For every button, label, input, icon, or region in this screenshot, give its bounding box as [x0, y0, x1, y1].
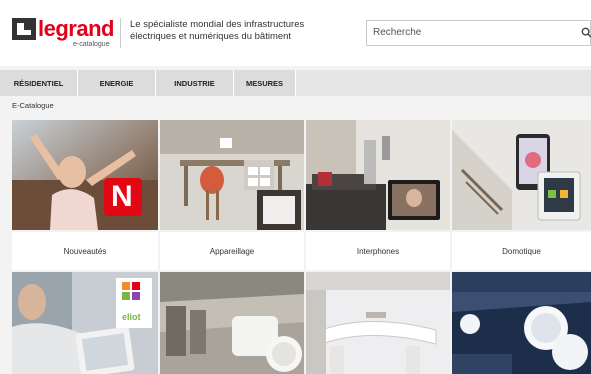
nav-item-industrie[interactable]: INDUSTRIE	[156, 70, 234, 96]
legrand-mark-icon	[12, 18, 36, 40]
site-header: legrand e-catalogue Le spécialiste mondi…	[0, 0, 591, 66]
search-input[interactable]: Recherche	[366, 20, 591, 46]
tile-appareillage-caption[interactable]: Appareillage	[160, 232, 304, 270]
tile-lighting-image[interactable]	[452, 272, 591, 374]
tile-interphones-caption[interactable]: Interphones	[306, 232, 450, 270]
appareillage-photo	[160, 120, 304, 230]
header-divider	[120, 18, 121, 48]
industry-photo	[160, 272, 304, 374]
tile-commercial-image[interactable]	[306, 272, 450, 374]
eliot-photo	[12, 272, 158, 374]
tile-domotique-image[interactable]	[452, 120, 591, 230]
search-icon[interactable]	[581, 27, 591, 38]
tile-interphones-image[interactable]	[306, 120, 450, 230]
nouveautes-photo	[12, 120, 158, 230]
commercial-photo	[306, 272, 450, 374]
tile-domotique-caption[interactable]: Domotique	[452, 232, 591, 270]
tile-nouveautes-image[interactable]: N	[12, 120, 158, 230]
tile-nouveautes-caption[interactable]: Nouveautés	[12, 232, 158, 270]
eliot-logo: eliot	[122, 312, 141, 322]
logo-text: legrand	[38, 16, 114, 41]
search-placeholder: Recherche	[373, 27, 422, 38]
interphones-photo	[306, 120, 450, 230]
tile-industry-image[interactable]	[160, 272, 304, 374]
tagline: Le spécialiste mondial des infrastructur…	[130, 19, 305, 42]
breadcrumb[interactable]: E-Catalogue	[12, 101, 54, 110]
lighting-photo	[452, 272, 591, 374]
page: legrand e-catalogue Le spécialiste mondi…	[0, 0, 591, 374]
nav-item-energie[interactable]: ENERGIE	[78, 70, 156, 96]
tile-appareillage-image[interactable]	[160, 120, 304, 230]
nav-item-residentiel[interactable]: RÉSIDENTIEL	[0, 70, 78, 96]
logo-subtitle: e-catalogue	[73, 41, 110, 48]
domotique-photo	[452, 120, 591, 230]
tile-eliot-image[interactable]: eliot	[12, 272, 158, 374]
nav-item-mesures[interactable]: MESURES	[234, 70, 296, 96]
new-badge-icon: N	[111, 180, 133, 213]
